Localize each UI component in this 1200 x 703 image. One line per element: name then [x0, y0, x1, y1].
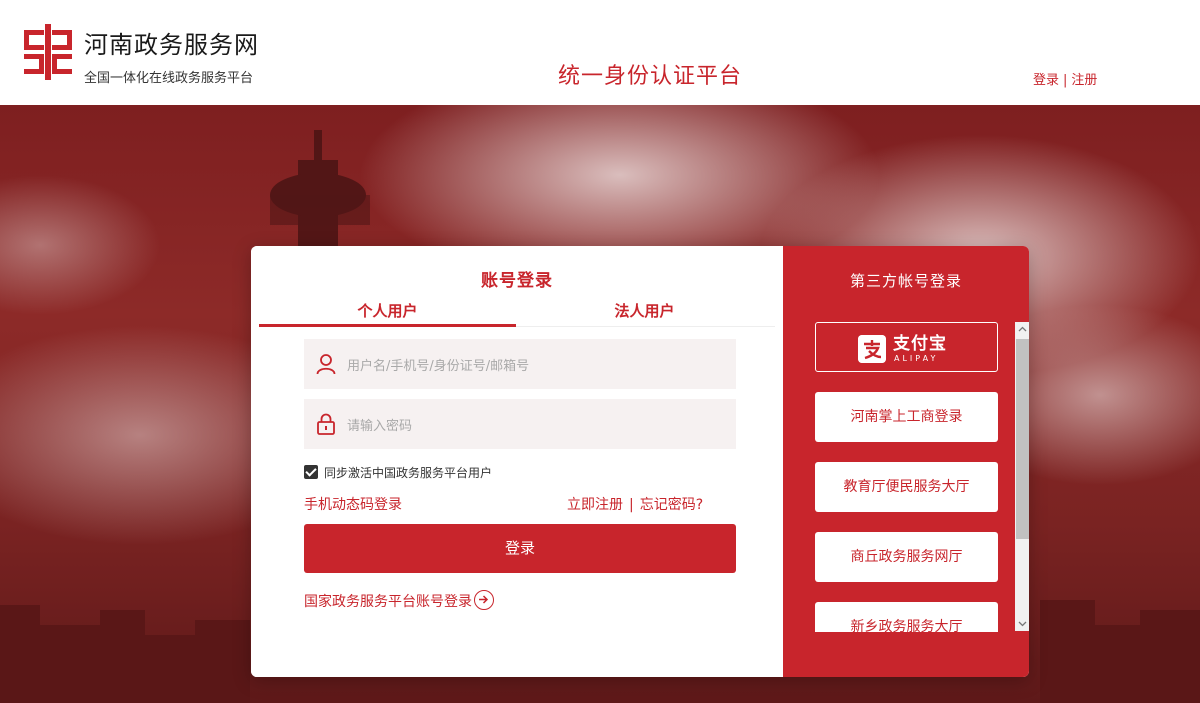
- henan-gongshang-login-button[interactable]: 河南掌上工商登录: [815, 392, 998, 442]
- password-placeholder: 请输入密码: [347, 419, 413, 434]
- arrow-right-circle-icon: [474, 590, 494, 610]
- alipay-text: 支付宝: [893, 334, 947, 354]
- account-links: 立即注册 | 忘记密码?: [567, 494, 703, 514]
- third-party-login-panel: 第三方帐号登录 支付宝 ALIPAY 河南掌上工商登录 教育厅便民服务大厅 商丘…: [783, 246, 1029, 677]
- login-button[interactable]: 登录: [304, 524, 736, 573]
- scroll-up-arrow[interactable]: [1015, 322, 1029, 337]
- alipay-logo: 支付宝 ALIPAY: [858, 334, 958, 363]
- sms-login-link[interactable]: 手机动态码登录: [304, 494, 402, 514]
- header-register-link[interactable]: 注册: [1071, 73, 1097, 88]
- sync-checkbox[interactable]: [304, 465, 318, 479]
- alipay-sub: ALIPAY: [894, 354, 939, 363]
- alipay-login-button[interactable]: 支付宝 ALIPAY: [815, 322, 998, 372]
- login-title: 账号登录: [481, 271, 553, 291]
- sync-activation-option[interactable]: 同步激活中国政务服务平台用户: [304, 464, 492, 481]
- password-input[interactable]: 请输入密码: [304, 399, 736, 449]
- alipay-icon: [858, 335, 886, 363]
- account-login-panel: 账号登录 个人用户 法人用户 用户名/手机号/身份证号/邮箱号 请输入密码 同步…: [251, 246, 783, 677]
- header-login-link[interactable]: 登录: [1033, 73, 1059, 88]
- third-party-list: 支付宝 ALIPAY 河南掌上工商登录 教育厅便民服务大厅 商丘政务服务网厅 新…: [783, 322, 1013, 632]
- scroll-thumb[interactable]: [1016, 339, 1029, 539]
- login-card: 账号登录 个人用户 法人用户 用户名/手机号/身份证号/邮箱号 请输入密码 同步…: [251, 246, 1029, 677]
- platform-title: 统一身份认证平台: [557, 64, 742, 89]
- tab-legal-user[interactable]: 法人用户: [516, 300, 773, 321]
- third-party-scrollbar[interactable]: [1015, 322, 1029, 631]
- links-separator: |: [629, 497, 634, 513]
- shangqiu-service-login-button[interactable]: 商丘政务服务网厅: [815, 532, 998, 582]
- link-separator: |: [1063, 73, 1068, 88]
- lock-icon: [317, 413, 335, 435]
- active-tab-indicator: [259, 324, 516, 327]
- third-party-title: 第三方帐号登录: [849, 272, 962, 290]
- username-input[interactable]: 用户名/手机号/身份证号/邮箱号: [304, 339, 736, 389]
- national-login-label: 国家政务服务平台账号登录: [304, 594, 472, 610]
- tab-personal-user[interactable]: 个人用户: [259, 300, 516, 321]
- header: 河南政务服务网 全国一体化在线政务服务平台 统一身份认证平台 登录 | 注册: [0, 0, 1200, 105]
- user-icon: [316, 354, 336, 375]
- education-service-login-button[interactable]: 教育厅便民服务大厅: [815, 462, 998, 512]
- username-placeholder: 用户名/手机号/身份证号/邮箱号: [347, 359, 530, 374]
- top-links: 登录 | 注册: [1033, 69, 1097, 88]
- xinxiang-service-login-button[interactable]: 新乡政务服务大厅: [815, 602, 998, 632]
- scroll-down-arrow[interactable]: [1015, 616, 1029, 631]
- national-platform-login-link[interactable]: 国家政务服务平台账号登录: [304, 590, 494, 611]
- sync-label: 同步激活中国政务服务平台用户: [324, 466, 493, 480]
- forgot-password-link[interactable]: 忘记密码?: [640, 497, 703, 513]
- site-title: 河南政务服务网: [84, 31, 259, 59]
- register-now-link[interactable]: 立即注册: [567, 497, 623, 513]
